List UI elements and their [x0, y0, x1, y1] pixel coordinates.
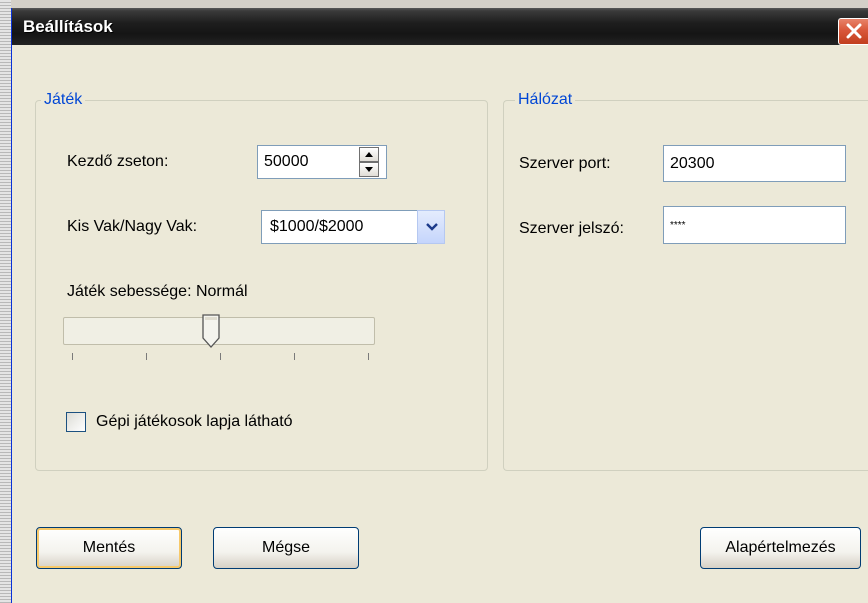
server-port-label: Szerver port:	[519, 155, 611, 172]
slider-tick	[368, 353, 369, 360]
spin-down-button[interactable]	[359, 162, 379, 177]
close-icon	[846, 23, 862, 39]
close-button[interactable]	[838, 18, 868, 45]
starting-chips-spinner[interactable]	[359, 147, 379, 177]
blinds-select-value: $1000/$2000	[270, 218, 364, 235]
server-password-label: Szerver jelszó:	[519, 220, 624, 237]
network-group-legend: Hálózat	[515, 91, 576, 109]
slider-tick	[146, 353, 147, 360]
arrow-up-icon	[365, 152, 373, 157]
game-speed-slider-thumb[interactable]	[202, 314, 220, 348]
cpu-cards-label: Gépi játékosok lapja látható	[96, 413, 293, 430]
spin-up-button[interactable]	[359, 147, 379, 162]
blinds-dropdown-button[interactable]	[417, 210, 445, 244]
blinds-select[interactable]: $1000/$2000	[261, 210, 425, 244]
slider-tick	[294, 353, 295, 360]
defaults-button[interactable]: Alapértelmezés	[700, 527, 861, 569]
arrow-down-icon	[365, 167, 373, 172]
cpu-cards-checkbox[interactable]	[66, 412, 86, 432]
game-group-legend: Játék	[41, 91, 86, 109]
blinds-label: Kis Vak/Nagy Vak:	[67, 218, 198, 235]
title-bar[interactable]: Beállítások	[12, 8, 868, 45]
game-speed-label: Játék sebessége: Normál	[67, 283, 248, 300]
window-title: Beállítások	[23, 17, 113, 36]
background-window-edge	[0, 0, 11, 603]
chevron-down-icon	[426, 223, 438, 231]
save-button[interactable]: Mentés	[36, 527, 182, 569]
server-port-input[interactable]	[663, 145, 846, 182]
slider-tick	[220, 353, 221, 360]
slider-tick	[72, 353, 73, 360]
starting-chips-label: Kezdő zseton:	[67, 153, 169, 170]
cancel-button[interactable]: Mégse	[213, 527, 359, 569]
server-password-input[interactable]	[663, 206, 846, 244]
